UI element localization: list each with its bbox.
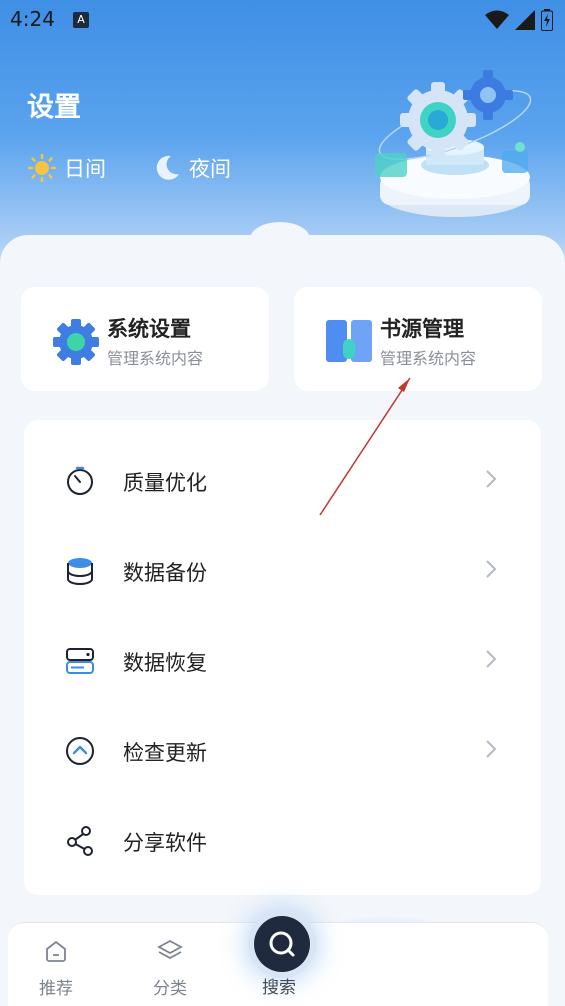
- database-icon: [67, 558, 93, 585]
- update-icon: [66, 737, 94, 765]
- tab-recommend[interactable]: 推荐: [16, 937, 96, 999]
- chevron-right-icon: [486, 740, 497, 758]
- panel-notch: [250, 222, 310, 256]
- menu-item-quality[interactable]: 质量优化: [24, 435, 541, 525]
- tab-label: 分类: [153, 979, 187, 999]
- signal-icon: [515, 10, 535, 30]
- menu-item-label: 检查更新: [123, 741, 207, 765]
- home-icon: [46, 940, 66, 962]
- status-bar: 4:24 A: [0, 0, 565, 40]
- book-source-title: 书源管理: [380, 317, 464, 341]
- tab-search-label: 搜索: [262, 978, 296, 998]
- server-icon: [66, 648, 94, 674]
- book-source-subtitle: 管理系统内容: [380, 349, 477, 368]
- moon-icon: [156, 155, 179, 180]
- day-mode-label: 日间: [64, 157, 106, 181]
- chevron-right-icon: [486, 560, 497, 578]
- menu-item-restore[interactable]: 数据恢复: [24, 615, 541, 705]
- share-icon: [67, 826, 93, 856]
- sun-icon: [28, 154, 56, 182]
- menu-item-label: 数据备份: [123, 561, 207, 585]
- tab-label: 推荐: [39, 979, 73, 999]
- timer-icon: [67, 466, 93, 495]
- wifi-icon: [485, 10, 509, 29]
- status-time: 4:24: [10, 7, 55, 31]
- menu-item-backup[interactable]: 数据备份: [24, 525, 541, 615]
- status-icons: [485, 9, 553, 31]
- chevron-right-icon: [486, 650, 497, 668]
- settings-illustration: [375, 70, 532, 217]
- chevron-right-icon: [486, 470, 497, 488]
- battery-icon: [541, 9, 553, 31]
- notification-badge: A: [73, 12, 89, 28]
- menu-item-update[interactable]: 检查更新: [24, 705, 541, 795]
- system-settings-subtitle: 管理系统内容: [107, 349, 204, 368]
- system-settings-title: 系统设置: [107, 317, 191, 341]
- menu-item-share[interactable]: 分享软件: [24, 795, 541, 885]
- page-title: 设置: [27, 92, 81, 123]
- gear-icon: [53, 319, 99, 365]
- menu-item-label: 质量优化: [123, 471, 207, 495]
- settings-menu: 质量优化 数据备份 数据恢复 检查更新 分享软件: [24, 420, 541, 895]
- layers-icon: [157, 939, 183, 960]
- book-source-card[interactable]: 书源管理 管理系统内容: [294, 287, 542, 391]
- search-button[interactable]: [254, 916, 310, 972]
- system-settings-card[interactable]: 系统设置 管理系统内容: [21, 287, 269, 391]
- night-mode-label: 夜间: [189, 157, 231, 181]
- menu-item-label: 分享软件: [123, 831, 207, 855]
- night-mode-toggle[interactable]: 夜间: [155, 153, 231, 183]
- menu-item-label: 数据恢复: [123, 651, 207, 675]
- search-icon: [269, 931, 295, 957]
- tab-category[interactable]: 分类: [130, 937, 210, 999]
- day-mode-toggle[interactable]: 日间: [28, 153, 106, 183]
- book-icon: [326, 320, 372, 362]
